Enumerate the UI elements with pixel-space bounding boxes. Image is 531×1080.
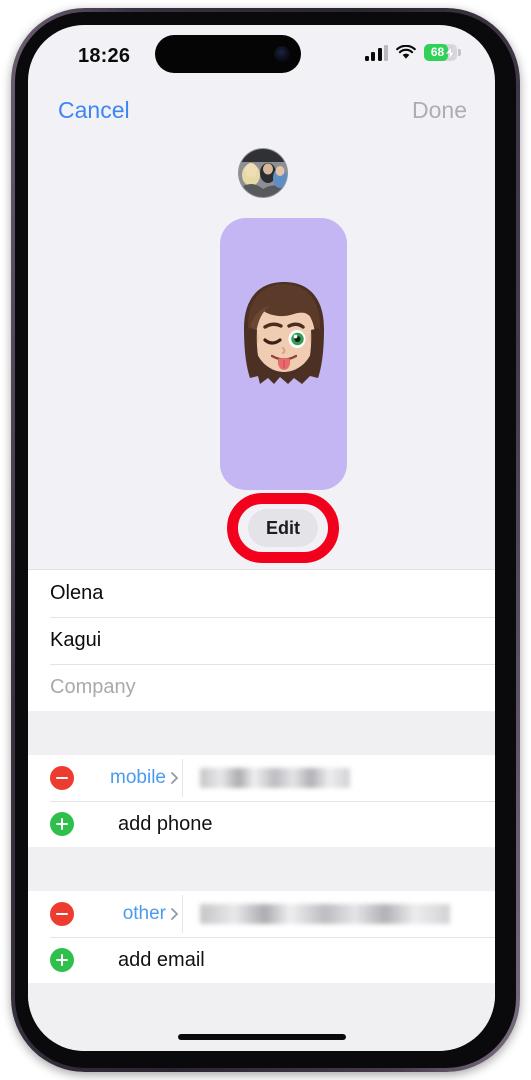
add-email-icon[interactable] [50,948,74,972]
email-group: other add email [28,891,495,983]
contact-edit-form: Olena Kagui Company mobile add phone oth… [28,569,495,1051]
contact-photo-section: Edit [28,141,495,569]
cellular-signal-icon [364,44,388,61]
home-indicator[interactable] [177,1034,346,1040]
email-label: other [122,903,166,924]
navigation-bar: Cancel Done [28,87,495,141]
add-email-row[interactable]: add email [28,937,495,983]
edit-photo-button[interactable]: Edit [248,509,318,547]
company-field[interactable]: Company [28,676,136,699]
contact-photo-thumbnail[interactable] [238,148,288,198]
section-gap-2 [28,847,495,891]
cancel-button[interactable]: Cancel [58,97,130,124]
phone-label: mobile [110,767,166,788]
dynamic-island [155,35,301,73]
status-bar: 18:26 68 [28,25,495,87]
front-camera-icon [274,46,290,62]
remove-email-icon[interactable] [50,902,74,926]
memoji-poster-card[interactable] [220,218,347,490]
email-entry-row[interactable]: other [28,891,495,937]
status-indicators: 68 [364,44,461,61]
section-gap-1 [28,711,495,755]
battery-icon: 68 [424,44,461,61]
phone-entry-row[interactable]: mobile [28,755,495,801]
charging-bolt-icon [445,45,456,60]
add-phone-icon[interactable] [50,812,74,836]
phone-label-button[interactable]: mobile [84,755,182,801]
remove-phone-icon[interactable] [50,766,74,790]
wifi-icon [396,44,416,60]
memoji-winking-tongue-out-icon [243,282,324,384]
email-row-divider [182,895,183,933]
add-email-label: add email [118,948,205,971]
phone-row-divider [182,759,183,797]
company-row[interactable]: Company [28,664,495,711]
email-address-value-redacted[interactable] [200,904,450,924]
chevron-right-icon [171,772,178,784]
chevron-right-icon [171,908,178,920]
first-name-field[interactable]: Olena [28,582,103,605]
phone-screen: 18:26 68 Cancel Done Edit Olena Kagui Co… [28,25,495,1051]
last-name-field[interactable]: Kagui [28,629,101,652]
first-name-row[interactable]: Olena [28,570,495,617]
phone-number-value-redacted[interactable] [200,768,350,788]
done-button[interactable]: Done [412,97,467,124]
name-fields-group: Olena Kagui Company [28,569,495,711]
phone-group: mobile add phone [28,755,495,847]
add-phone-label: add phone [118,812,213,835]
status-time: 18:26 [78,45,131,67]
add-phone-row[interactable]: add phone [28,801,495,847]
last-name-row[interactable]: Kagui [28,617,495,664]
phone-frame: 18:26 68 Cancel Done Edit Olena Kagui Co… [11,8,520,1072]
email-label-button[interactable]: other [84,891,182,937]
